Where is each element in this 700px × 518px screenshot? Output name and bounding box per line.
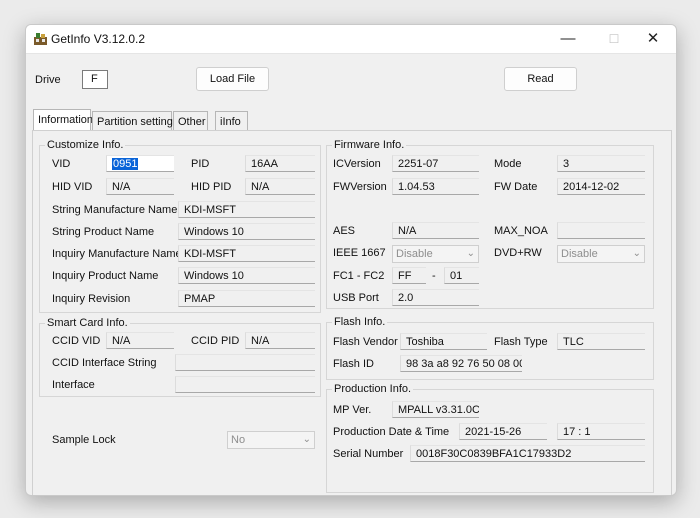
icversion-field[interactable]: 2251-07 — [392, 155, 479, 172]
inquiry-product-label: Inquiry Product Name — [52, 270, 159, 282]
mp-ver-field[interactable]: MPALL v3.31.0C — [392, 401, 479, 418]
read-button[interactable]: Read — [504, 67, 577, 91]
flash-vendor-field[interactable]: Toshiba — [400, 333, 487, 350]
ccid-interface-string-label: CCID Interface String — [52, 357, 157, 369]
production-info-title: Production Info. — [332, 383, 414, 395]
dvd-rw-label: DVD+RW — [494, 247, 542, 259]
max-noa-label: MAX_NOA — [494, 225, 548, 237]
vid-value: 0951 — [112, 158, 139, 170]
interface-field[interactable] — [175, 376, 315, 393]
production-date-label: Production Date & Time — [333, 426, 450, 438]
sample-lock-value: No — [231, 434, 246, 446]
string-manufacture-label: String Manufacture Name — [52, 204, 178, 216]
pid-field[interactable]: 16AA — [245, 155, 315, 172]
window-title: GetInfo V3.12.0.2 — [51, 32, 146, 46]
fw-date-field[interactable]: 2014-12-02 — [557, 178, 645, 195]
mp-ver-label: MP Ver. — [333, 404, 372, 416]
production-info-group — [326, 389, 654, 493]
aes-label: AES — [333, 225, 356, 237]
chevron-down-icon: ⌄ — [466, 248, 475, 259]
chevron-down-icon: ⌄ — [302, 434, 311, 445]
fc-separator: - — [432, 270, 436, 282]
flash-vendor-label: Flash Vendor — [333, 336, 398, 348]
serial-number-field[interactable]: 0018F30C0839BFA1C17933D2 — [410, 445, 645, 462]
vid-field[interactable]: 0951 — [106, 155, 174, 172]
serial-number-label: Serial Number — [333, 448, 404, 460]
ccid-vid-label: CCID VID — [52, 335, 101, 347]
hid-vid-field[interactable]: N/A — [106, 178, 174, 195]
hid-pid-label: HID PID — [191, 181, 232, 193]
chevron-down-icon: ⌄ — [632, 248, 641, 259]
usb-port-field[interactable]: 2.0 — [392, 289, 479, 306]
minimize-button[interactable]: — — [545, 25, 591, 53]
inquiry-manufacture-field[interactable]: KDI-MSFT — [178, 245, 315, 262]
sample-lock-select[interactable]: No ⌄ — [227, 431, 315, 449]
string-manufacture-field[interactable]: KDI-MSFT — [178, 201, 315, 218]
load-file-button[interactable]: Load File — [196, 67, 269, 91]
tab-iinfo[interactable]: iInfo — [215, 111, 248, 131]
fc2-field[interactable]: 01 — [444, 267, 479, 284]
fw-date-label: FW Date — [494, 181, 538, 193]
hid-vid-label: HID VID — [52, 181, 93, 193]
production-date-field[interactable]: 2021-15-26 — [459, 423, 547, 440]
close-button[interactable]: ✕ — [630, 25, 676, 53]
dvd-rw-select[interactable]: Disable ⌄ — [557, 245, 645, 263]
mode-label: Mode — [494, 158, 522, 170]
ieee-1667-select[interactable]: Disable ⌄ — [392, 245, 479, 263]
flash-type-field[interactable]: TLC — [557, 333, 645, 350]
flash-id-field[interactable]: 98 3a a8 92 76 50 08 00 — [400, 355, 522, 372]
tab-other[interactable]: Other — [173, 111, 208, 131]
sample-lock-label: Sample Lock — [52, 434, 116, 446]
ieee-1667-value: Disable — [396, 248, 433, 260]
hid-pid-field[interactable]: N/A — [245, 178, 315, 195]
ccid-vid-field[interactable]: N/A — [106, 332, 174, 349]
flash-info-title: Flash Info. — [332, 316, 388, 328]
drive-select[interactable]: F — [82, 70, 108, 89]
dvd-rw-value: Disable — [561, 248, 598, 260]
inquiry-manufacture-label: Inquiry Manufacture Name — [52, 248, 182, 260]
mode-field[interactable]: 3 — [557, 155, 645, 172]
inquiry-revision-label: Inquiry Revision — [52, 293, 131, 305]
fc1-fc2-label: FC1 - FC2 — [333, 270, 385, 282]
max-noa-field[interactable] — [557, 222, 645, 239]
flash-id-label: Flash ID — [333, 358, 374, 370]
pid-label: PID — [191, 158, 210, 170]
smart-card-info-title: Smart Card Info. — [45, 317, 130, 329]
interface-label: Interface — [52, 379, 95, 391]
ccid-pid-label: CCID PID — [191, 335, 240, 347]
inquiry-revision-field[interactable]: PMAP — [178, 290, 315, 307]
fwversion-field[interactable]: 1.04.53 — [392, 178, 479, 195]
tab-partition-setting[interactable]: Partition setting — [92, 111, 173, 131]
ccid-pid-field[interactable]: N/A — [245, 332, 315, 349]
string-product-label: String Product Name — [52, 226, 155, 238]
customize-info-title: Customize Info. — [45, 139, 126, 151]
aes-field[interactable]: N/A — [392, 222, 479, 239]
string-product-field[interactable]: Windows 10 — [178, 223, 315, 240]
flash-type-label: Flash Type — [494, 336, 548, 348]
icversion-label: ICVersion — [333, 158, 381, 170]
getinfo-window: GetInfo V3.12.0.2 — ☐ ✕ Drive F Load Fil… — [25, 24, 677, 496]
ccid-interface-string-field[interactable] — [175, 354, 315, 371]
vid-label: VID — [52, 158, 71, 170]
fc1-field[interactable]: FF — [392, 267, 426, 284]
usb-port-label: USB Port — [333, 292, 379, 304]
app-icon — [34, 33, 47, 45]
ieee-1667-label: IEEE 1667 — [333, 247, 386, 259]
production-time-field[interactable]: 17 : 1 — [557, 423, 645, 440]
firmware-info-title: Firmware Info. — [332, 139, 407, 151]
fwversion-label: FWVersion — [333, 181, 387, 193]
tab-information[interactable]: Information — [33, 109, 93, 131]
inquiry-product-field[interactable]: Windows 10 — [178, 267, 315, 284]
drive-label: Drive — [35, 74, 61, 86]
title-bar: GetInfo V3.12.0.2 — ☐ ✕ — [26, 25, 676, 54]
